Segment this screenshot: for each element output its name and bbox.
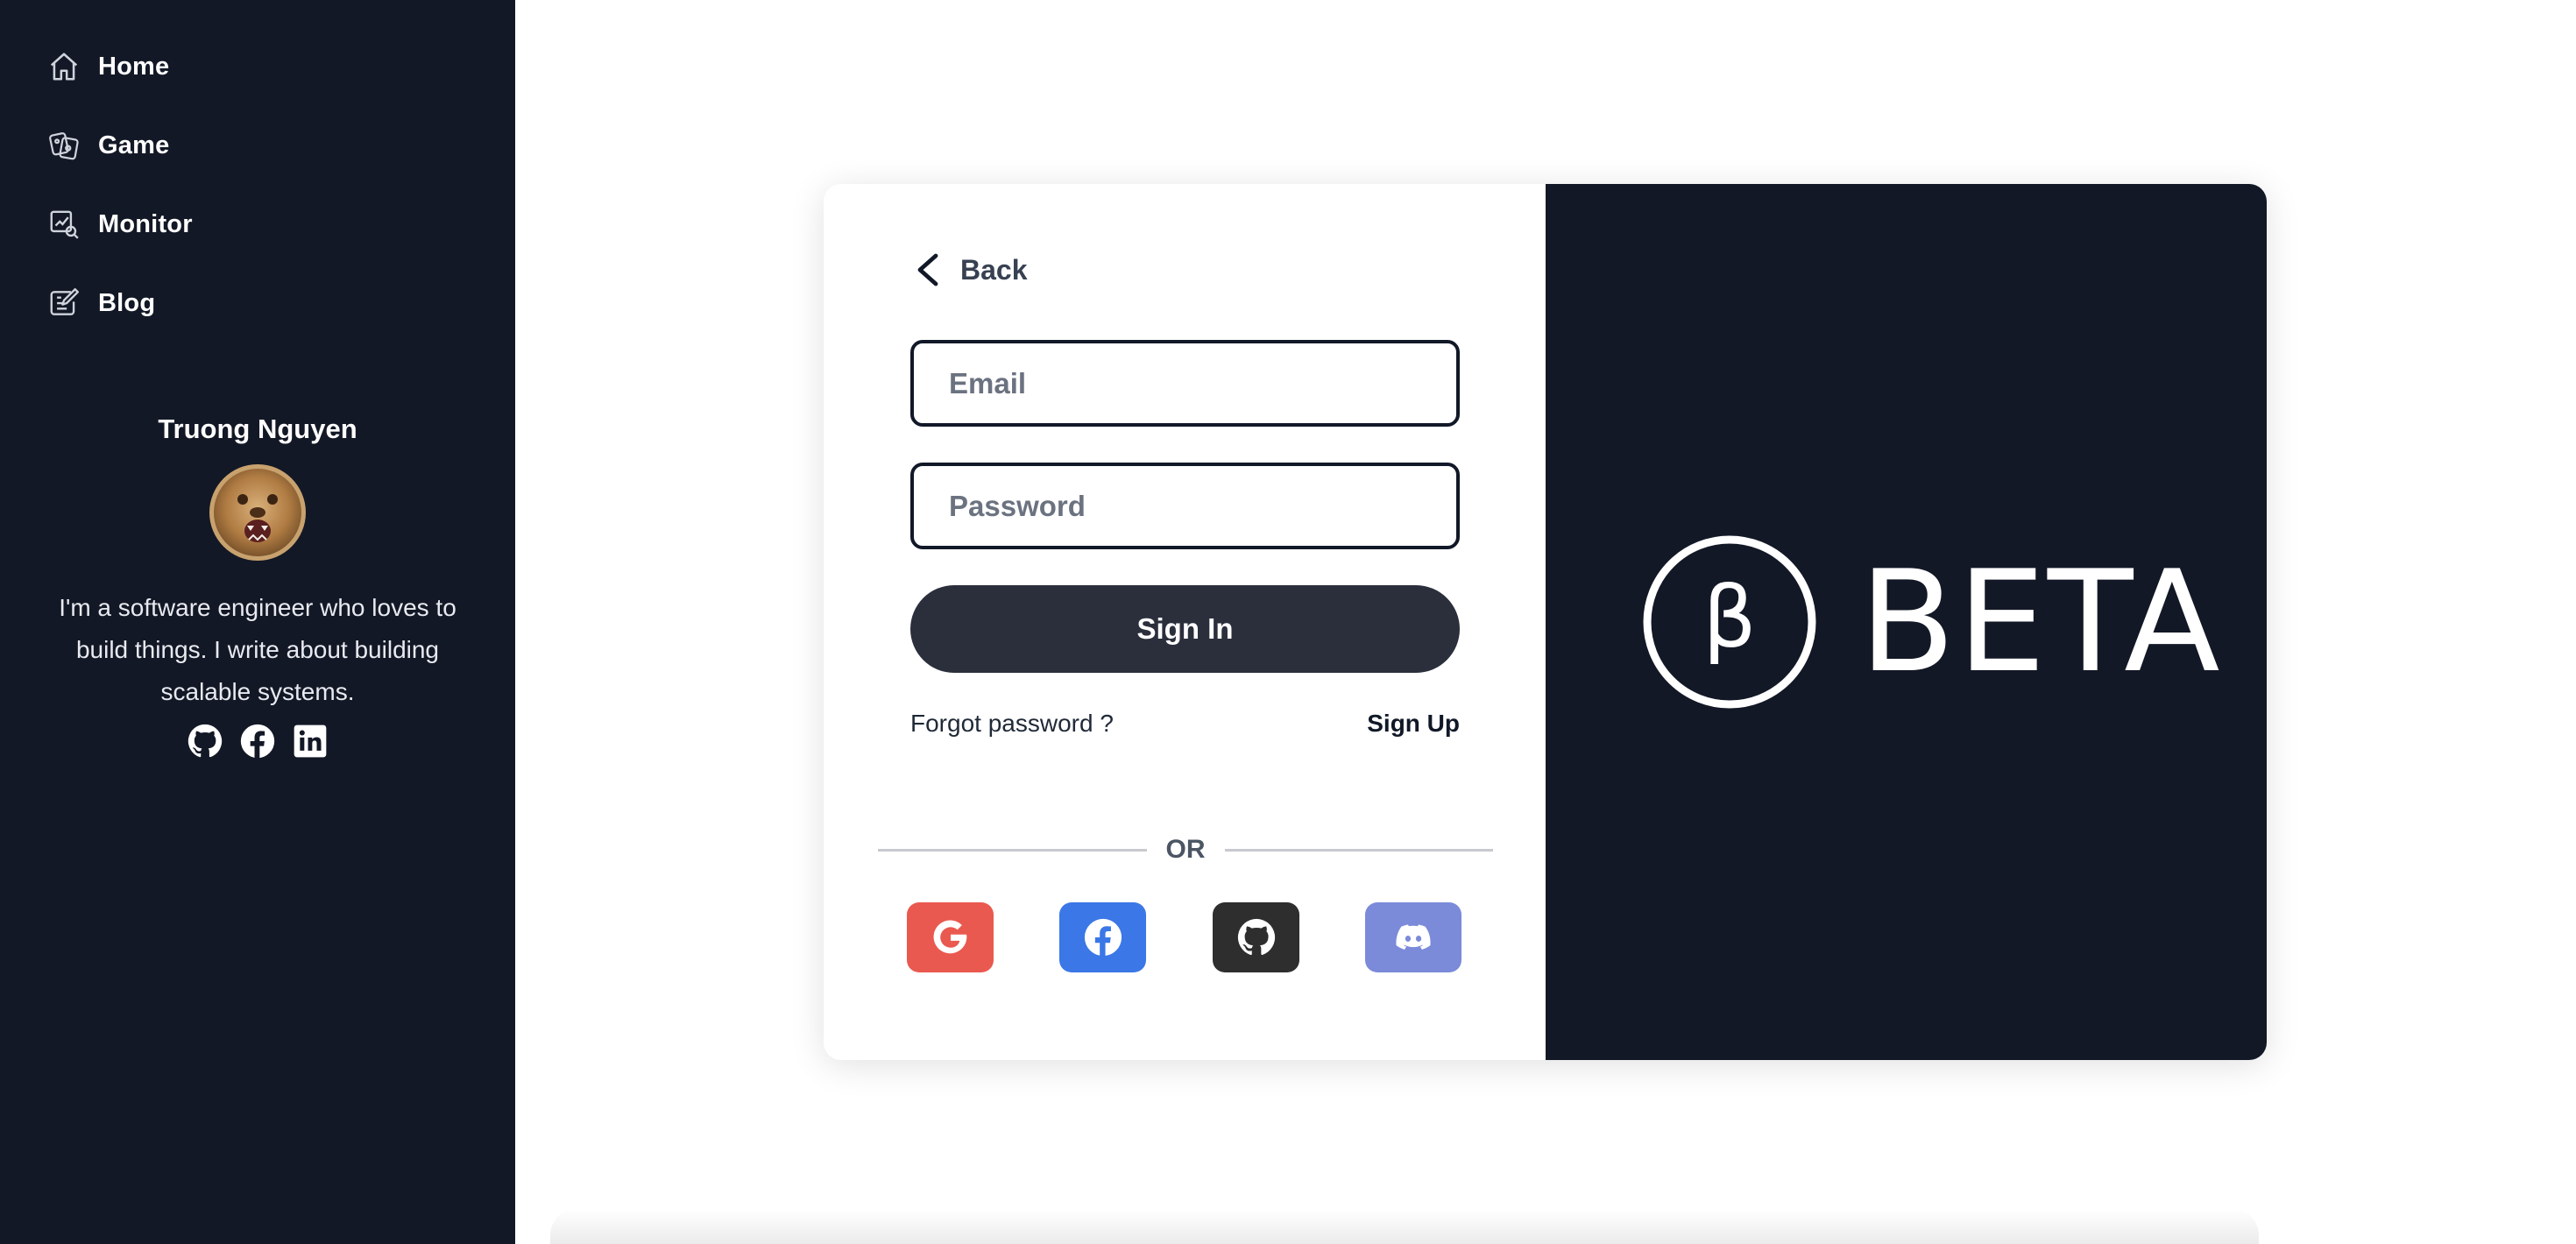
back-label: Back [960,253,1028,286]
monitor-icon [46,206,82,243]
profile-name: Truong Nguyen [158,413,357,444]
github-login-button[interactable] [1213,902,1299,972]
login-card: Back Sign In Forgot password ? Sign Up O… [824,184,2267,1060]
game-icon [46,127,82,164]
facebook-login-button[interactable] [1059,902,1146,972]
discord-icon [1396,924,1431,950]
profile-card: Truong Nguyen I'm a software engineer wh… [0,410,515,759]
beta-logo-icon: β [1643,535,1816,709]
or-divider: OR [878,832,1493,867]
forgot-password-link[interactable]: Forgot password ? [910,710,1114,738]
sidebar-item-blog[interactable]: Blog [46,282,193,324]
divider-line [1224,848,1493,852]
or-label: OR [1165,835,1206,864]
blog-icon [46,285,82,322]
linkedin-icon[interactable] [293,724,328,759]
password-field[interactable] [910,463,1460,549]
github-icon [1237,918,1275,956]
divider-line [878,848,1147,852]
email-field[interactable] [910,340,1460,427]
sidebar-item-label: Monitor [98,209,193,238]
sign-in-button[interactable]: Sign In [910,585,1460,673]
avatar [209,464,306,561]
home-icon [46,48,82,85]
brand-logo: β BETA [1642,534,2222,710]
google-icon [933,920,966,954]
facebook-icon[interactable] [240,724,275,759]
discord-login-button[interactable] [1365,902,1461,972]
back-button[interactable]: Back [913,252,1028,287]
chevron-left-icon [917,253,938,286]
sign-up-link[interactable]: Sign Up [1367,710,1460,738]
sidebar-item-label: Game [98,131,170,159]
brand-panel: β BETA [1546,184,2267,1060]
sidebar: Home Game Monitor Blog Truong Nguyen I'm… [0,0,515,1244]
facebook-icon [1084,918,1122,957]
google-login-button[interactable] [907,902,994,972]
sidebar-nav: Home Game Monitor Blog [46,46,193,361]
profile-bio: I'm a software engineer who loves to bui… [59,594,456,705]
brand-symbol: β [1702,569,1756,667]
main-content: Back Sign In Forgot password ? Sign Up O… [515,0,2576,1244]
github-icon[interactable] [188,724,223,759]
sidebar-item-game[interactable]: Game [46,124,193,166]
login-form-panel: Back Sign In Forgot password ? Sign Up O… [824,184,1546,1060]
brand-text: BETA [1859,540,2222,703]
sidebar-item-label: Home [98,52,170,81]
sidebar-item-monitor[interactable]: Monitor [46,203,193,245]
sidebar-item-home[interactable]: Home [46,46,193,88]
bottom-shadow [550,1209,2259,1244]
social-links [0,724,515,759]
sidebar-item-label: Blog [98,288,156,317]
